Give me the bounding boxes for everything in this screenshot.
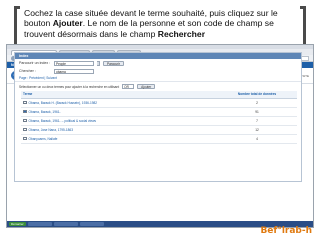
- term-count: 2: [217, 98, 297, 108]
- term-link[interactable]: Obama, Barack, 1961-: [29, 110, 61, 114]
- column-count: Nombre total de données: [217, 91, 297, 99]
- term-checkbox[interactable]: [23, 109, 27, 114]
- add-terms-bar: Sélectionner un ou deux termes pour ajou…: [15, 81, 301, 91]
- ajouter-emphasis: Ajouter: [52, 18, 83, 29]
- term-count: 7: [217, 116, 297, 126]
- column-term: Terme: [21, 91, 217, 99]
- browse-index-row: Parcourir un index : People Parcourir: [15, 59, 301, 67]
- term-count: 4: [217, 134, 297, 144]
- table-row: Obanyoams, Nallafe 4: [21, 134, 297, 144]
- start-button[interactable]: Démarrer: [9, 222, 26, 226]
- term-checkbox[interactable]: [23, 127, 27, 132]
- rechercher-emphasis: Rechercher: [157, 28, 206, 39]
- brand-logo: Bef°lrab-h: [260, 226, 312, 236]
- table-row: Obama, Barack H. (Barack Hussein), 1936-…: [21, 98, 297, 108]
- taskbar-item[interactable]: [27, 222, 52, 226]
- browse-for-input[interactable]: obama: [54, 68, 94, 74]
- browse-button[interactable]: Parcourir: [103, 60, 124, 66]
- table-row: Obama, Barack, 1961- 91: [21, 107, 297, 117]
- operator-select[interactable]: OR: [122, 84, 135, 89]
- term-count: 91: [217, 107, 297, 117]
- table-row: Obama, Jose Nana, 1795-1863 12: [21, 125, 297, 135]
- index-terms-table: Terme Nombre total de données Obama, Bar…: [21, 91, 297, 144]
- term-checkbox[interactable]: [23, 136, 27, 141]
- add-terms-text: Sélectionner un ou deux termes pour ajou…: [19, 84, 120, 89]
- instruction-text: Cochez la case située devant le terme so…: [24, 8, 278, 39]
- term-checkbox[interactable]: [23, 118, 27, 123]
- term-link[interactable]: Obama, Barack H. (Barack Hussein), 1936-…: [29, 101, 98, 105]
- index-select[interactable]: People: [54, 60, 94, 66]
- browse-index-label: Parcourir un index :: [19, 61, 51, 65]
- browse-for-label: Chercher :: [19, 69, 36, 73]
- table-row: Obama, Barack, 1961- -- political & soci…: [21, 116, 297, 126]
- term-link[interactable]: Obanyoams, Nallafe: [29, 137, 58, 141]
- taskbar-item[interactable]: [53, 222, 78, 226]
- add-button[interactable]: Ajouter: [137, 84, 156, 89]
- index-panel: Index Parcourir un index : People Parcou…: [14, 52, 302, 182]
- term-checkbox[interactable]: [23, 100, 27, 105]
- chevron-down-icon[interactable]: [97, 60, 100, 66]
- term-count: 12: [217, 125, 297, 135]
- taskbar-item[interactable]: [79, 222, 104, 226]
- term-link[interactable]: Obama, Jose Nana, 1795-1863: [29, 128, 73, 132]
- term-link[interactable]: Obama, Barack, 1961- -- political & soci…: [29, 119, 97, 123]
- browse-for-row: Chercher : obama: [15, 67, 301, 75]
